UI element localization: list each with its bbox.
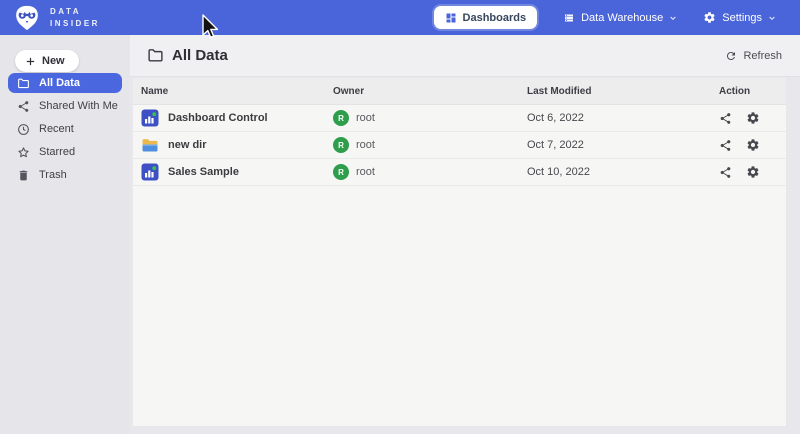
- sidebar-item-label: All Data: [39, 77, 80, 89]
- top-navbar: DATA INSIDER Dashboards Data Warehous: [0, 0, 800, 35]
- new-button[interactable]: New: [15, 50, 79, 72]
- action-cell: [719, 159, 760, 185]
- brand-name: DATA INSIDER: [50, 6, 100, 30]
- column-header-name: Name: [141, 78, 168, 104]
- share-icon: [17, 100, 30, 113]
- share-icon[interactable]: [719, 139, 732, 152]
- owner-cell: R root: [333, 132, 375, 158]
- sidebar-nav: All Data Shared With Me Recent: [0, 73, 130, 188]
- action-cell: [719, 105, 760, 131]
- file-name: Sales Sample: [168, 166, 239, 178]
- sidebar-item-all-data[interactable]: All Data: [8, 73, 122, 93]
- data-table: Name Owner Last Modified Action Dashboar…: [133, 78, 786, 426]
- sidebar-item-shared-with-me[interactable]: Shared With Me: [8, 96, 122, 116]
- chevron-down-icon: [768, 14, 776, 22]
- share-icon[interactable]: [719, 166, 732, 179]
- action-cell: [719, 132, 760, 158]
- brand: DATA INSIDER: [0, 5, 100, 31]
- page-title: All Data: [130, 47, 228, 64]
- sidebar-item-label: Shared With Me: [39, 100, 118, 112]
- file-name: Dashboard Control: [168, 112, 268, 124]
- gear-icon: [703, 11, 716, 24]
- gear-icon[interactable]: [746, 138, 760, 152]
- page-header: All Data Refresh: [130, 35, 800, 77]
- share-icon[interactable]: [719, 112, 732, 125]
- dashboards-button[interactable]: Dashboards: [434, 6, 538, 29]
- file-name: new dir: [168, 139, 207, 151]
- column-header-last-modified: Last Modified: [527, 78, 591, 104]
- name-cell: Sales Sample: [141, 159, 239, 185]
- owner-avatar: R: [333, 164, 349, 180]
- sidebar-item-starred[interactable]: Starred: [8, 142, 122, 162]
- sidebar-item-label: Trash: [39, 169, 67, 181]
- trash-icon: [17, 169, 30, 182]
- clock-icon: [17, 123, 30, 136]
- owner-name: root: [356, 139, 375, 151]
- dashboard-file-icon: [141, 109, 159, 127]
- refresh-icon: [725, 50, 737, 62]
- app-root: { "app": { "brand_line1": "DATA", "brand…: [0, 0, 800, 434]
- owner-avatar: R: [333, 110, 349, 126]
- name-cell: Dashboard Control: [141, 105, 268, 131]
- table-header-row: Name Owner Last Modified Action: [133, 78, 786, 105]
- table-body: Dashboard Control R root Oct 6, 2022: [133, 105, 786, 186]
- star-icon: [17, 146, 30, 159]
- sidebar-item-trash[interactable]: Trash: [8, 165, 122, 185]
- sidebar-item-recent[interactable]: Recent: [8, 119, 122, 139]
- owner-name: root: [356, 166, 375, 178]
- gear-icon[interactable]: [746, 165, 760, 179]
- folder-file-icon: [141, 136, 159, 154]
- navbar-right: Dashboards Data Warehouse: [434, 6, 800, 29]
- database-icon: [563, 12, 575, 24]
- owner-cell: R root: [333, 105, 375, 131]
- table-row[interactable]: Sales Sample R root Oct 10, 2022: [133, 159, 786, 186]
- last-modified-cell: Oct 7, 2022: [527, 132, 584, 158]
- table-row[interactable]: new dir R root Oct 7, 2022: [133, 132, 786, 159]
- owner-cell: R root: [333, 159, 375, 185]
- plus-icon: [25, 56, 36, 67]
- column-header-action: Action: [719, 78, 750, 104]
- gear-icon[interactable]: [746, 111, 760, 125]
- folder-icon: [147, 47, 164, 64]
- refresh-button[interactable]: Refresh: [725, 50, 782, 62]
- dashboard-file-icon: [141, 163, 159, 181]
- sidebar-item-label: Starred: [39, 146, 75, 158]
- sidebar-item-label: Recent: [39, 123, 74, 135]
- last-modified-cell: Oct 6, 2022: [527, 105, 584, 131]
- owl-logo-icon: [13, 5, 41, 31]
- dashboard-grid-icon: [445, 12, 457, 24]
- owner-avatar: R: [333, 137, 349, 153]
- data-warehouse-menu[interactable]: Data Warehouse: [563, 12, 677, 24]
- sidebar: New All Data Shared With Me: [0, 35, 130, 434]
- table-row[interactable]: Dashboard Control R root Oct 6, 2022: [133, 105, 786, 132]
- chevron-down-icon: [669, 14, 677, 22]
- name-cell: new dir: [141, 132, 207, 158]
- last-modified-cell: Oct 10, 2022: [527, 159, 590, 185]
- owner-name: root: [356, 112, 375, 124]
- column-header-owner: Owner: [333, 78, 364, 104]
- settings-menu[interactable]: Settings: [703, 11, 776, 24]
- folder-icon: [17, 77, 30, 90]
